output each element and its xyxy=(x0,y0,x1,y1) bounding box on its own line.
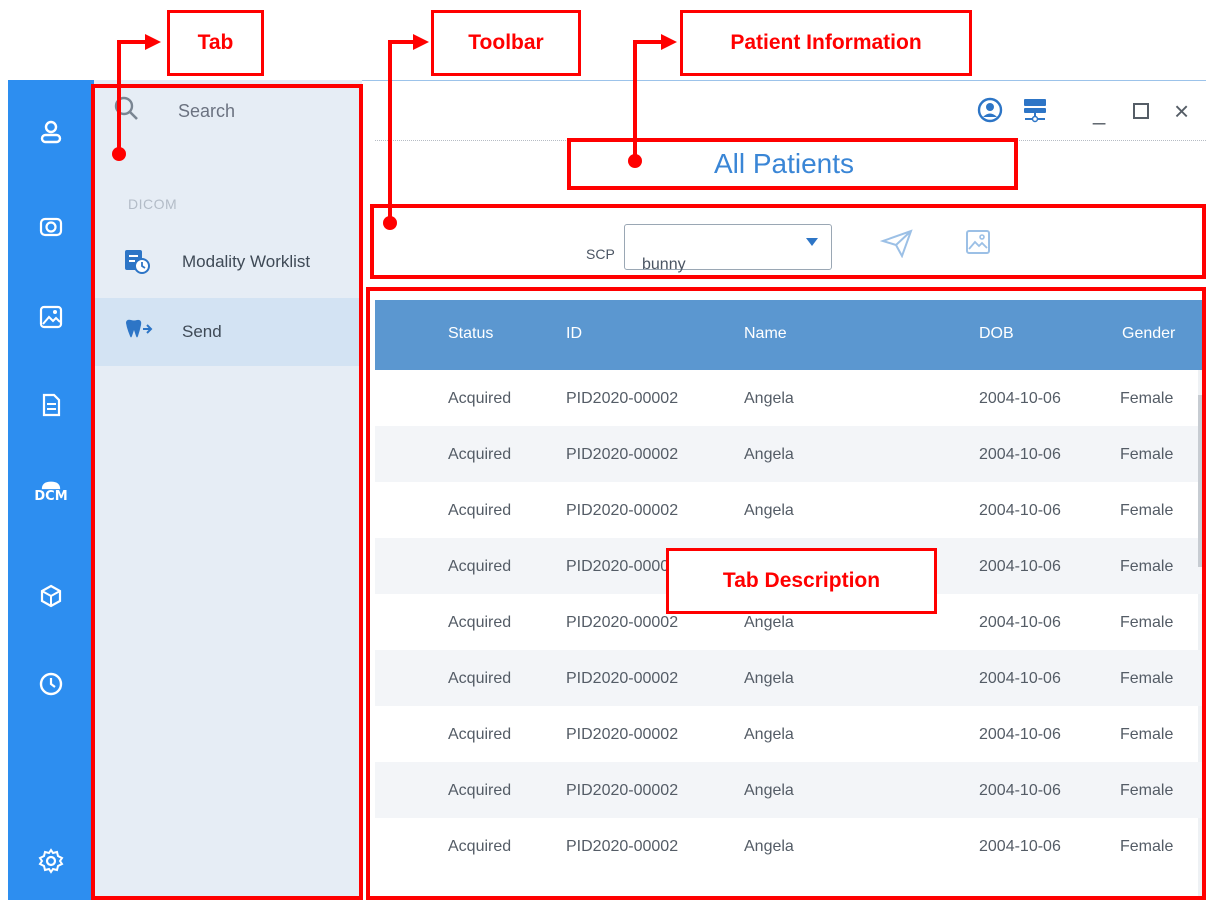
camera-icon[interactable] xyxy=(8,207,94,247)
callout-tab-description: Tab Description xyxy=(666,548,937,614)
annotation-leader-patient-information xyxy=(633,40,637,162)
callout-patient-information: Patient Information xyxy=(680,10,972,76)
settings-icon[interactable] xyxy=(8,841,94,881)
annotation-anchor-patient-information xyxy=(628,154,642,168)
clock-icon[interactable] xyxy=(8,664,94,704)
dcm-icon[interactable]: DCM xyxy=(8,471,94,511)
cube-icon[interactable] xyxy=(8,576,94,616)
dcm-label: DCM xyxy=(34,488,68,504)
network-icon[interactable] xyxy=(1021,97,1049,128)
annotation-leader-toolbar xyxy=(388,40,392,223)
top-border xyxy=(362,80,1206,81)
annotation-leader-tab xyxy=(117,40,147,44)
annotation-box-tab xyxy=(91,84,363,900)
image-icon[interactable] xyxy=(8,297,94,337)
annotation-leader-patient-information xyxy=(633,40,663,44)
maximize-icon[interactable] xyxy=(1133,103,1149,119)
arrow-right-icon xyxy=(661,34,677,50)
arrow-right-icon xyxy=(145,34,161,50)
minimize-icon[interactable]: _ xyxy=(1093,100,1105,126)
arrow-right-icon xyxy=(413,34,429,50)
close-icon[interactable]: × xyxy=(1174,96,1189,127)
annotation-leader-toolbar xyxy=(388,40,414,44)
callout-toolbar: Toolbar xyxy=(431,10,581,76)
callout-tab: Tab xyxy=(167,10,264,76)
annotation-leader-tab xyxy=(117,40,121,157)
annotation-anchor-toolbar xyxy=(383,216,397,230)
account-icon[interactable] xyxy=(977,97,1003,128)
document-icon[interactable] xyxy=(8,385,94,425)
user-icon[interactable] xyxy=(8,112,94,152)
annotation-anchor-tab xyxy=(112,147,126,161)
annotation-box-toolbar xyxy=(370,204,1206,279)
